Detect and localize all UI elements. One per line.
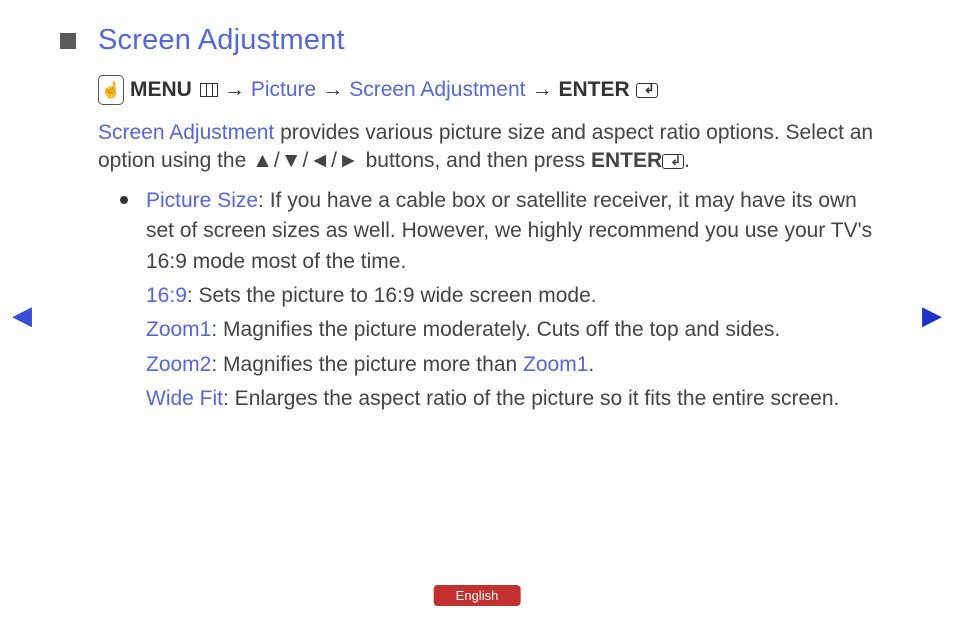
label-16-9: 16:9 [146, 284, 187, 307]
text-16-9: : Sets the picture to 16:9 wide screen m… [187, 284, 597, 307]
breadcrumb-picture: Picture [251, 78, 316, 102]
square-bullet-icon [60, 33, 76, 49]
intro-paragraph: Screen Adjustment provides various pictu… [98, 119, 894, 176]
round-bullet-icon [120, 196, 128, 204]
line-16-9: 16:9: Sets the picture to 16:9 wide scre… [146, 281, 894, 311]
line-zoom2: Zoom2: Magnifies the picture more than Z… [146, 350, 894, 380]
ref-zoom1: Zoom1 [523, 353, 588, 376]
enter-icon [636, 83, 658, 98]
line-widefit: Wide Fit: Enlarges the aspect ratio of t… [146, 384, 894, 414]
language-pill[interactable]: English [434, 585, 521, 606]
label-zoom2: Zoom2 [146, 353, 211, 376]
line-zoom1: Zoom1: Magnifies the picture moderately.… [146, 315, 894, 345]
text-widefit: : Enlarges the aspect ratio of the pictu… [223, 387, 839, 410]
picture-size-label: Picture Size [146, 189, 258, 212]
arrow-sep-3: → [531, 78, 552, 102]
intro-period: . [684, 149, 690, 172]
breadcrumb-enter: ENTER [558, 78, 629, 102]
menu-label: MENU [130, 78, 192, 102]
direction-arrows-icon: ▲/▼/◄/► [252, 149, 360, 172]
bullet-picture-size: Picture Size: If you have a cable box or… [120, 186, 874, 277]
enter-icon-inline [662, 154, 684, 169]
nav-prev-button[interactable]: ◀ [12, 300, 32, 331]
arrow-sep-2: → [322, 78, 343, 102]
heading-row: Screen Adjustment [60, 24, 894, 57]
remote-hand-icon: ☝ [98, 75, 124, 105]
picture-size-body: Picture Size: If you have a cable box or… [146, 186, 874, 277]
label-widefit: Wide Fit [146, 387, 223, 410]
intro-text-2: buttons, and then press [360, 149, 591, 172]
menu-grid-icon [200, 83, 218, 97]
intro-enter-label: ENTER [591, 149, 662, 172]
page-title: Screen Adjustment [98, 24, 345, 57]
text-zoom2-before: : Magnifies the picture more than [211, 353, 523, 376]
label-zoom1: Zoom1 [146, 318, 211, 341]
text-zoom1: : Magnifies the picture moderately. Cuts… [211, 318, 780, 341]
intro-lead-term: Screen Adjustment [98, 121, 274, 144]
arrow-sep-1: → [224, 78, 245, 102]
breadcrumb: ☝ MENU → Picture → Screen Adjustment → E… [98, 75, 894, 105]
nav-next-button[interactable]: ▶ [922, 300, 942, 331]
breadcrumb-screen-adjustment: Screen Adjustment [349, 78, 525, 102]
text-zoom2-after: . [588, 353, 594, 376]
